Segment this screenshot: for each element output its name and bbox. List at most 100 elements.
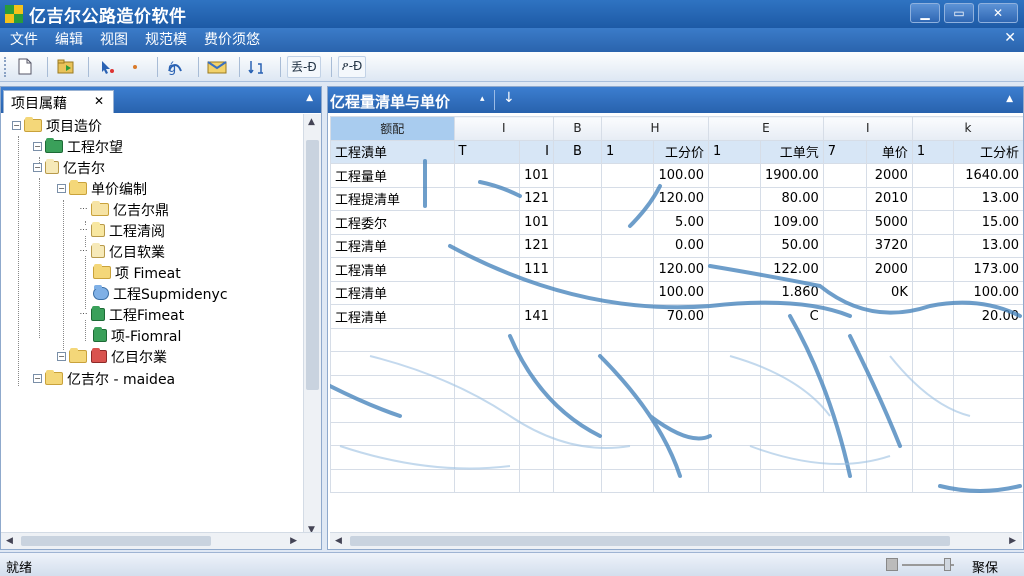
cell[interactable] xyxy=(911,304,955,329)
cell-e[interactable] xyxy=(865,304,913,329)
header-cell[interactable]: I xyxy=(519,139,554,164)
tree-node[interactable]: − 项目造价 xyxy=(12,115,102,136)
cell[interactable] xyxy=(822,327,867,352)
cell-b[interactable] xyxy=(552,257,603,282)
cell-a[interactable]: 141 xyxy=(519,304,554,329)
scroll-right-icon[interactable]: ▶ xyxy=(1009,536,1016,546)
cell[interactable] xyxy=(453,374,521,399)
cell-a[interactable] xyxy=(519,374,554,399)
tree-vertical-scrollbar[interactable]: ▲ ▼ xyxy=(303,114,321,538)
table-row[interactable] xyxy=(330,351,1023,376)
cell-b[interactable] xyxy=(552,468,603,493)
header-cell[interactable]: B xyxy=(552,139,603,164)
cell-b[interactable] xyxy=(552,374,603,399)
tree-node[interactable]: 项 Fimeat xyxy=(93,262,181,283)
cell-f[interactable]: 15.00 xyxy=(953,210,1023,235)
cell[interactable] xyxy=(601,304,655,329)
scroll-thumb[interactable] xyxy=(350,536,950,546)
header-cell[interactable]: 1 xyxy=(911,139,955,164)
cell[interactable] xyxy=(453,210,521,235)
tab-project[interactable]: 项目属藉 ✕ xyxy=(3,90,114,113)
cell-d[interactable]: 80.00 xyxy=(759,186,824,211)
cell-f[interactable] xyxy=(953,351,1023,376)
cell-f[interactable] xyxy=(953,398,1023,423)
tree-node[interactable]: − 亿吉尔 xyxy=(33,157,105,178)
cell-b[interactable] xyxy=(552,327,603,352)
cell[interactable] xyxy=(822,398,867,423)
cell[interactable] xyxy=(911,186,955,211)
cell-c[interactable]: 5.00 xyxy=(653,210,709,235)
cell[interactable] xyxy=(822,468,867,493)
cell-d[interactable]: C xyxy=(759,304,824,329)
cell-c[interactable] xyxy=(653,351,709,376)
cell[interactable] xyxy=(601,163,655,188)
cell-c[interactable] xyxy=(653,468,709,493)
header-cell[interactable]: 工分析 xyxy=(953,139,1023,164)
cell-b[interactable] xyxy=(552,163,603,188)
cell-d[interactable] xyxy=(759,468,824,493)
cell-b[interactable] xyxy=(552,186,603,211)
table-row[interactable]: 工程清单 121 0.00 50.00 3720 13.00 xyxy=(330,233,1023,258)
cell-a[interactable] xyxy=(519,351,554,376)
cell-c[interactable] xyxy=(653,327,709,352)
cell-a[interactable]: 121 xyxy=(519,186,554,211)
cell-b[interactable] xyxy=(552,233,603,258)
cell-d[interactable] xyxy=(759,421,824,446)
cell-b[interactable] xyxy=(552,445,603,470)
cell[interactable] xyxy=(708,210,761,235)
cell[interactable] xyxy=(453,327,521,352)
header-cell[interactable]: 7 xyxy=(822,139,867,164)
cell[interactable] xyxy=(601,257,655,282)
cell-d[interactable] xyxy=(759,374,824,399)
cell[interactable] xyxy=(911,351,955,376)
cell[interactable] xyxy=(708,445,761,470)
cell-a[interactable] xyxy=(519,327,554,352)
cell[interactable] xyxy=(911,445,955,470)
cell[interactable] xyxy=(822,186,867,211)
cell-name[interactable] xyxy=(330,351,455,376)
cell[interactable] xyxy=(822,374,867,399)
cell[interactable] xyxy=(601,351,655,376)
header-cell[interactable]: T xyxy=(453,139,521,164)
marker-icon[interactable] xyxy=(123,56,147,78)
column-header[interactable]: I xyxy=(453,116,554,141)
collapse-icon[interactable]: − xyxy=(57,352,66,361)
cell[interactable] xyxy=(708,468,761,493)
cell-e[interactable]: 3720 xyxy=(865,233,913,258)
cell[interactable] xyxy=(822,304,867,329)
tree-node[interactable]: ⋯ 工程清阅 xyxy=(79,220,165,241)
view-toggle-icon[interactable] xyxy=(886,558,898,571)
cell-name[interactable] xyxy=(330,327,455,352)
cell-d[interactable]: 109.00 xyxy=(759,210,824,235)
cell-name[interactable]: 工程委尔 xyxy=(330,210,455,235)
cell-e[interactable] xyxy=(865,421,913,446)
calculate-icon[interactable]: ǵ xyxy=(164,56,188,78)
minimize-button[interactable]: ▁ xyxy=(910,3,940,23)
cell-e[interactable] xyxy=(865,445,913,470)
cell-d[interactable]: 1.860 xyxy=(759,280,824,305)
table-row[interactable]: 工程清单 141 70.00 C 20.00 xyxy=(330,304,1023,329)
cell[interactable] xyxy=(601,327,655,352)
cell[interactable] xyxy=(822,280,867,305)
cell-f[interactable]: 1640.00 xyxy=(953,163,1023,188)
cell[interactable] xyxy=(822,445,867,470)
cell-name[interactable] xyxy=(330,374,455,399)
cell-e[interactable]: 2000 xyxy=(865,257,913,282)
cell-c[interactable] xyxy=(653,398,709,423)
column-header[interactable]: I xyxy=(822,116,913,141)
cell-d[interactable] xyxy=(759,327,824,352)
pin-down-icon[interactable]: ↓ xyxy=(503,90,515,106)
cell[interactable] xyxy=(453,398,521,423)
cell[interactable] xyxy=(708,280,761,305)
table-row[interactable]: 工程凊单 111 120.00 122.00 2000 173.00 xyxy=(330,257,1023,282)
cell[interactable] xyxy=(453,468,521,493)
menu-price[interactable]: 费价须悠 xyxy=(197,28,267,52)
tree-node[interactable]: ⋯ 工程Fimeat xyxy=(79,304,184,325)
cell-c[interactable]: 120.00 xyxy=(653,257,709,282)
table-row[interactable] xyxy=(330,374,1023,399)
cell-d[interactable] xyxy=(759,445,824,470)
header-cell[interactable]: 工单氕 xyxy=(759,139,824,164)
cell-name[interactable] xyxy=(330,421,455,446)
header-cell[interactable]: 单价 xyxy=(865,139,913,164)
cell-a[interactable] xyxy=(519,398,554,423)
